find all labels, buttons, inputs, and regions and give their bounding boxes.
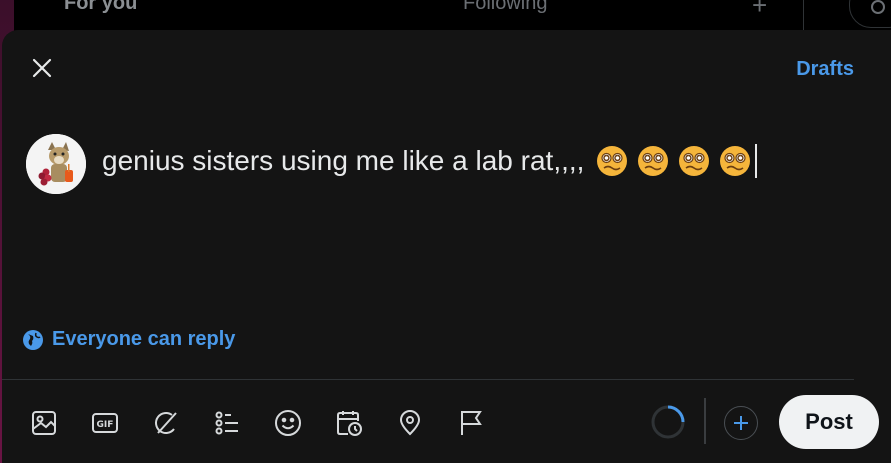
woozy-face-emoji [638, 146, 669, 176]
media-icon [32, 411, 56, 435]
media-button[interactable] [24, 403, 64, 443]
flag-icon [461, 411, 482, 435]
add-tab-icon[interactable]: + [752, 0, 767, 21]
location-button[interactable] [390, 403, 430, 443]
reply-setting-label: Everyone can reply [52, 328, 236, 350]
drafts-button[interactable]: Drafts [796, 58, 854, 81]
location-icon [399, 410, 421, 436]
schedule-icon [337, 411, 362, 436]
close-button[interactable] [24, 50, 60, 86]
compose-textbox[interactable]: genius sisters using me like a lab rat,,… [102, 144, 758, 178]
close-icon [32, 58, 52, 78]
reply-setting-button[interactable]: Everyone can reply [22, 328, 235, 351]
avatar[interactable] [26, 134, 86, 194]
header-divider [803, 0, 804, 30]
schedule-button[interactable] [329, 403, 369, 443]
add-post-button[interactable] [724, 406, 758, 440]
search-icon [871, 0, 885, 14]
woozy-face-emoji [679, 146, 710, 176]
gif-icon: GIF [92, 413, 118, 433]
poll-icon [215, 411, 238, 435]
avatar-image [26, 134, 86, 194]
plus-icon [734, 416, 748, 430]
poll-button[interactable] [207, 403, 247, 443]
svg-text:GIF: GIF [97, 420, 114, 430]
compose-modal: Drafts genius sisters using me like a la… [2, 30, 891, 463]
text-caret [755, 144, 758, 178]
woozy-face-emoji [597, 146, 628, 176]
tab-for-you[interactable]: For you [64, 0, 137, 15]
emoji-icon [275, 410, 301, 436]
post-button[interactable]: Post [779, 395, 879, 449]
woozy-face-emoji [720, 146, 751, 176]
grok-button[interactable] [146, 403, 186, 443]
tab-following[interactable]: Following [463, 0, 547, 15]
grok-icon [155, 412, 177, 434]
globe-icon [23, 329, 43, 350]
compose-toolbar: GIF [24, 403, 512, 443]
character-progress-ring [651, 405, 685, 439]
search-box[interactable] [849, 0, 891, 28]
toolbar-divider [2, 379, 854, 380]
compose-text: genius sisters using me like a lab rat,,… [102, 145, 585, 176]
emoji-button[interactable] [268, 403, 308, 443]
toolbar-vertical-divider [704, 398, 706, 444]
flag-button[interactable] [451, 403, 491, 443]
gif-button[interactable]: GIF [85, 403, 125, 443]
